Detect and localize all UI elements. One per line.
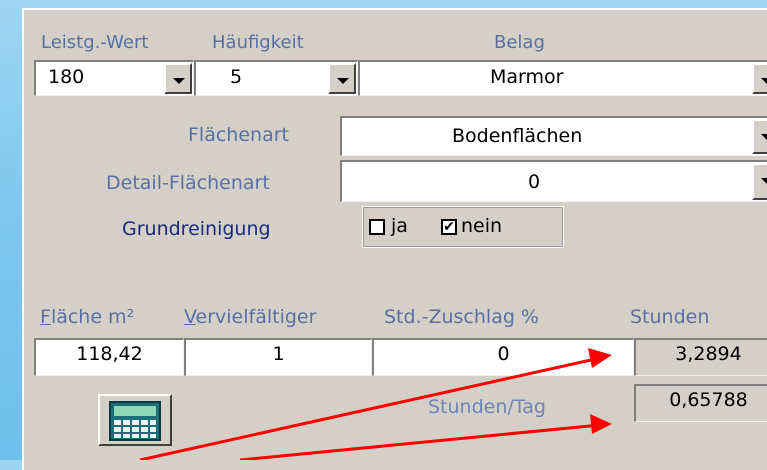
calculator-icon — [109, 401, 161, 441]
chevron-down-icon[interactable] — [752, 63, 767, 94]
ja-label[interactable]: ja — [391, 215, 408, 237]
chevron-down-icon[interactable] — [328, 63, 356, 94]
haeufigkeit-value: 5 — [230, 66, 243, 88]
stunden-value: 3,2894 — [634, 338, 767, 376]
leistung-select[interactable]: 180 — [34, 60, 194, 96]
vervielfaeltiger-column-label: Vervielfältiger — [184, 306, 317, 328]
flaechenart-value: Bodenflächen — [452, 125, 583, 147]
stunden-tag-value: 0,65788 — [634, 384, 767, 422]
detail-value: 0 — [528, 171, 541, 193]
form-panel: Leistg.-Wert Häufigkeit Belag 180 5 Marm… — [22, 8, 767, 470]
nein-checkbox[interactable]: ✔ — [441, 219, 457, 235]
flaeche-column-label: Fläche m² — [40, 306, 135, 328]
grundreinigung-label: Grundreinigung — [122, 218, 271, 240]
detail-flaechenart-label: Detail-Flächenart — [106, 172, 270, 194]
zuschlag-input[interactable]: 0 — [372, 338, 634, 376]
flaechenart-label: Flächenart — [188, 124, 289, 146]
leistung-value: 180 — [48, 66, 85, 88]
flaechenart-select[interactable]: Bodenflächen — [340, 116, 767, 156]
belag-select[interactable]: Marmor — [358, 60, 767, 96]
belag-label: Belag — [494, 32, 545, 53]
stunden-column-label: Stunden — [630, 306, 710, 328]
leistung-label: Leistg.-Wert — [41, 32, 149, 53]
chevron-down-icon[interactable] — [752, 119, 767, 154]
grundreinigung-group: ja ✔ nein — [362, 206, 564, 248]
detail-flaechenart-select[interactable]: 0 — [340, 160, 767, 202]
vervielfaeltiger-input[interactable]: 1 — [184, 338, 372, 376]
chevron-down-icon[interactable] — [752, 163, 767, 200]
belag-value: Marmor — [490, 66, 564, 88]
zuschlag-column-label: Std.-Zuschlag % — [384, 306, 539, 328]
nein-label[interactable]: nein — [461, 215, 502, 237]
flaeche-input[interactable]: 118,42 — [34, 338, 184, 376]
chevron-down-icon[interactable] — [164, 63, 192, 94]
stunden-tag-label: Stunden/Tag — [428, 396, 546, 418]
ja-checkbox[interactable] — [369, 219, 385, 235]
haeufigkeit-select[interactable]: 5 — [194, 60, 358, 96]
calculate-button[interactable] — [98, 394, 172, 446]
haeufigkeit-label: Häufigkeit — [212, 32, 304, 53]
